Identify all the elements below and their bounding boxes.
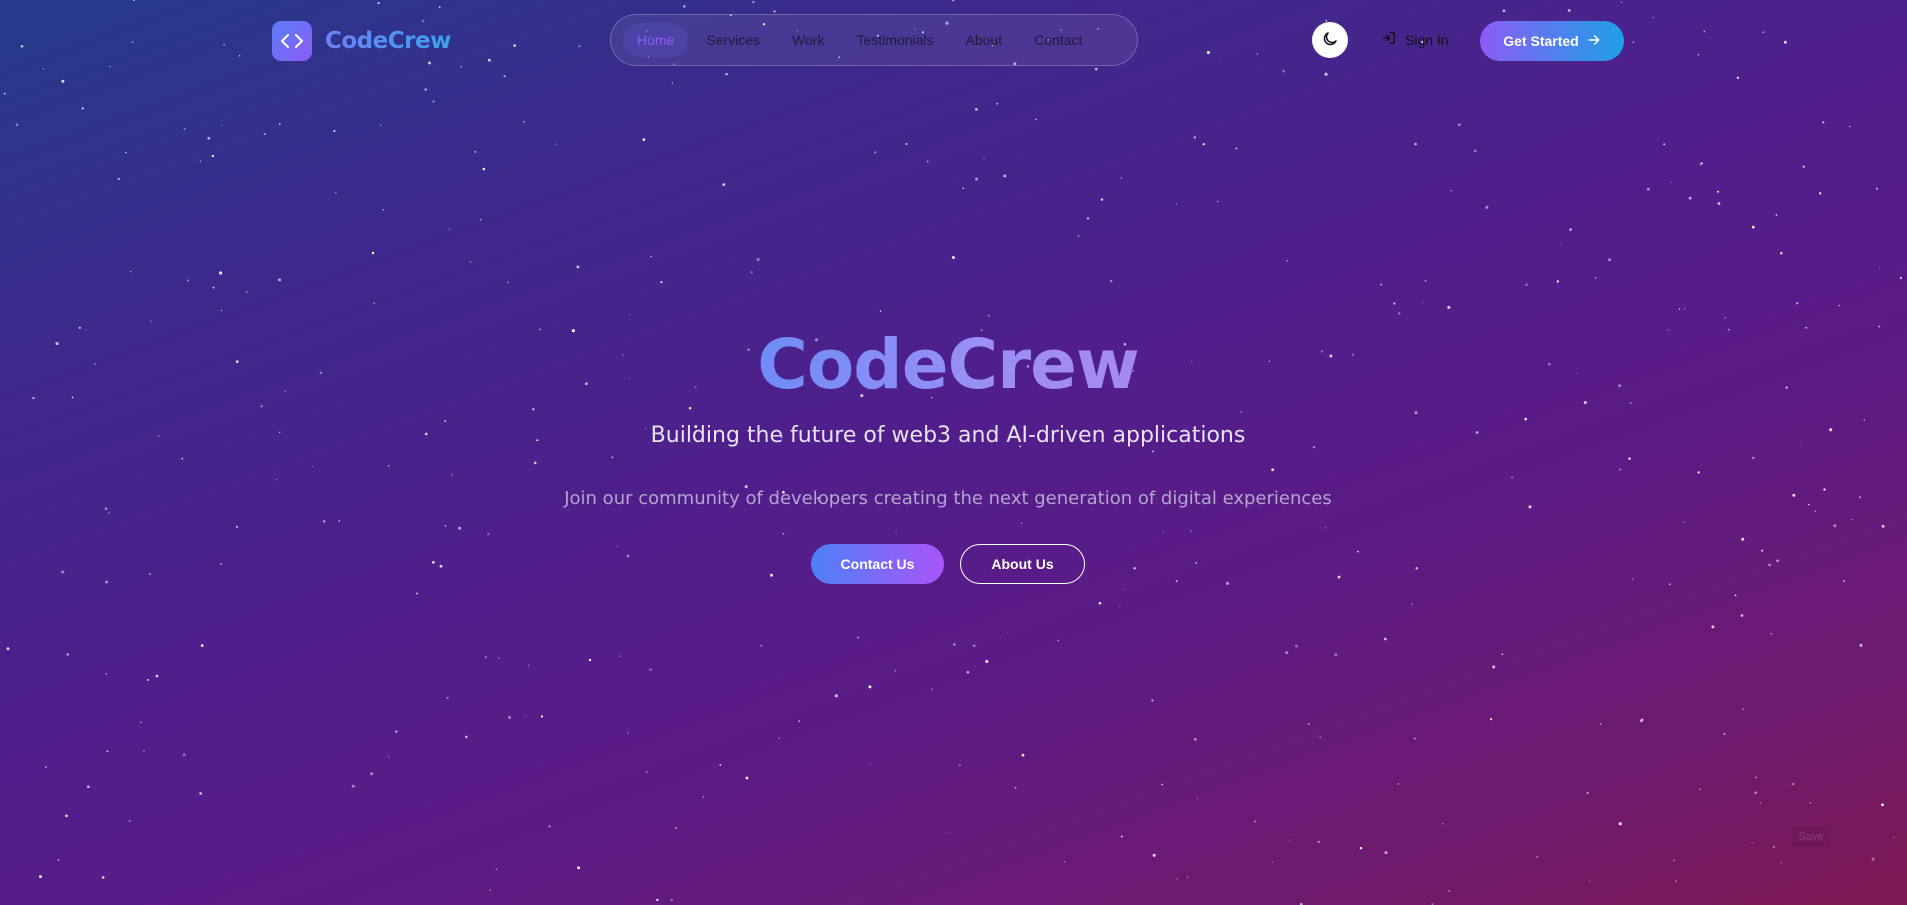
hero-subtitle: Building the future of web3 and AI-drive… [650, 423, 1246, 448]
save-button[interactable]: Save [1792, 827, 1830, 847]
arrow-right-icon [1587, 33, 1601, 50]
hero-title-text: CodeCrew [757, 325, 1139, 405]
code-brackets-icon [272, 21, 312, 61]
nav-item-services[interactable]: Services [692, 23, 774, 57]
sign-in-label: Sign In [1405, 31, 1449, 48]
main-nav: Home Services Work Testimonials About Co… [610, 14, 1138, 66]
sign-in-icon [1381, 30, 1397, 49]
nav-item-about[interactable]: About [952, 23, 1017, 57]
hero-title: CodeCrew [0, 324, 1896, 406]
get-started-label: Get Started [1503, 33, 1579, 49]
moon-icon [1321, 30, 1339, 51]
hero-description: Join our community of developers creatin… [564, 488, 1332, 509]
about-us-button[interactable]: About Us [960, 544, 1085, 584]
nav-item-contact[interactable]: Contact [1020, 23, 1096, 57]
nav-item-home[interactable]: Home [623, 23, 689, 57]
brand-name: CodeCrew [325, 28, 451, 54]
nav-item-work[interactable]: Work [778, 23, 838, 57]
theme-toggle-button[interactable] [1312, 22, 1348, 58]
contact-us-button[interactable]: Contact Us [811, 544, 944, 584]
starfield-background [0, 0, 1907, 905]
get-started-button[interactable]: Get Started [1480, 21, 1624, 61]
nav-item-testimonials[interactable]: Testimonials [842, 23, 947, 57]
sign-in-link[interactable]: Sign In [1381, 30, 1449, 49]
brand-logo-link[interactable]: CodeCrew [272, 21, 451, 61]
